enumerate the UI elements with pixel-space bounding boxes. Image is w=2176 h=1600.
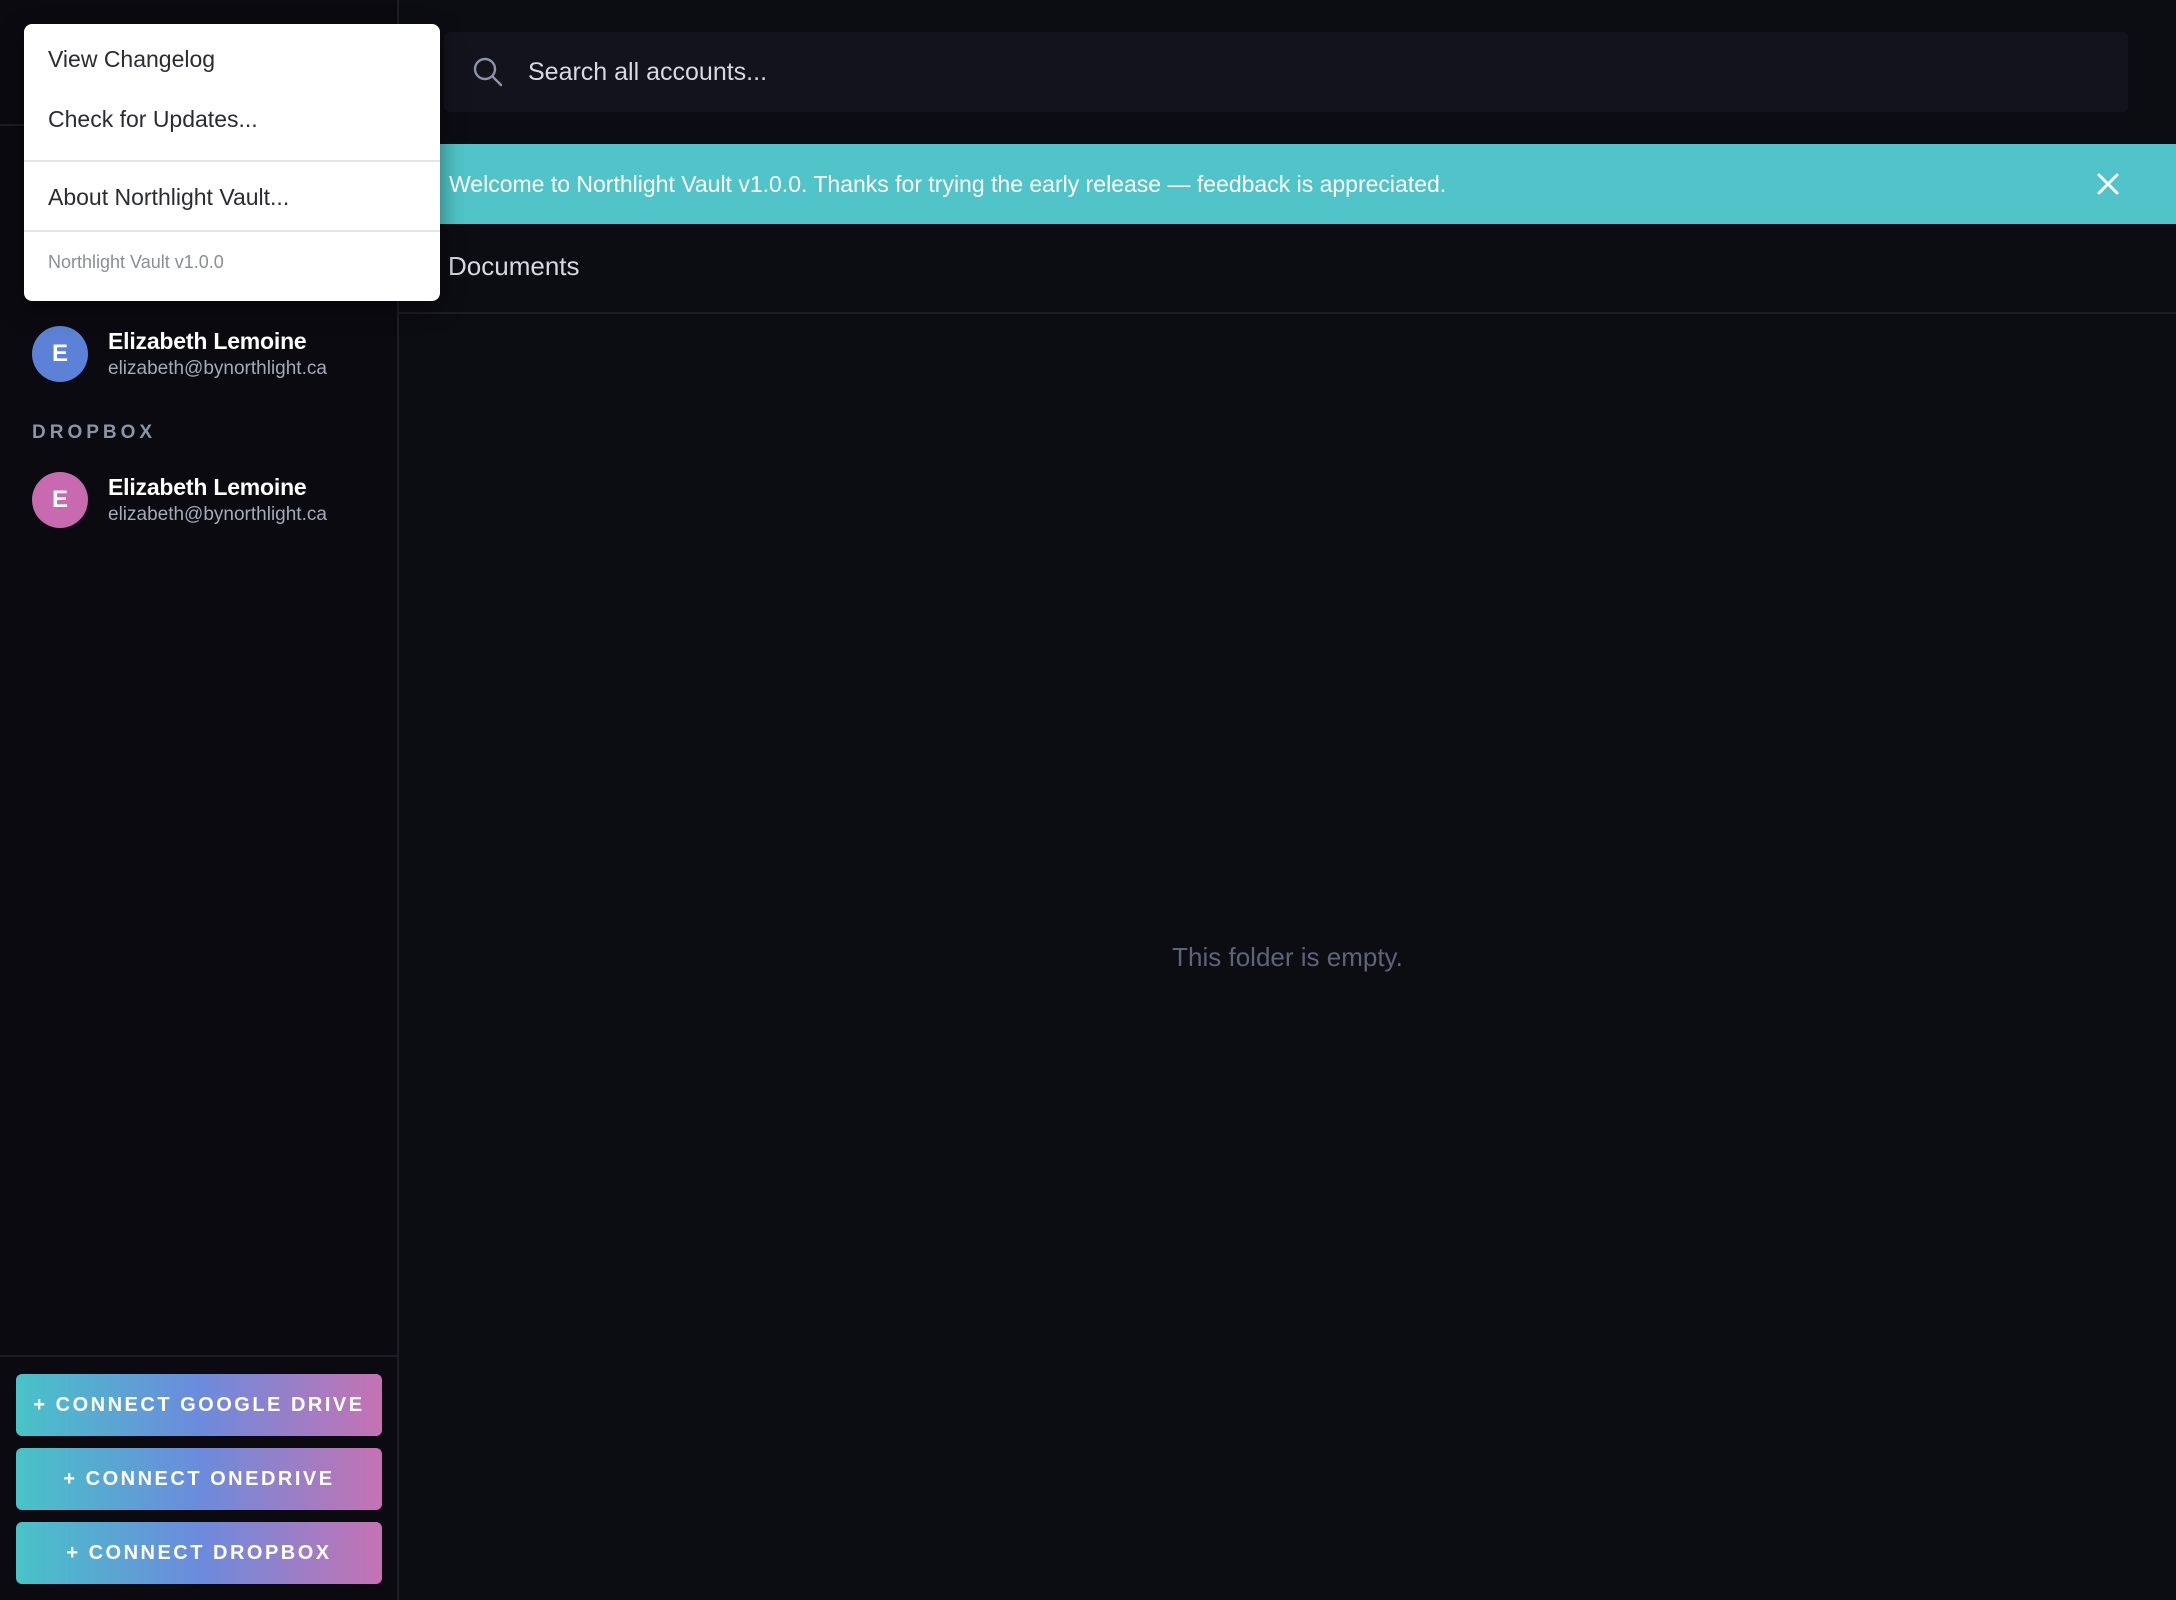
- app-menu-dropdown: View Changelog Check for Updates... Abou…: [24, 24, 440, 301]
- menu-divider: [24, 230, 440, 232]
- banner-message: Welcome to Northlight Vault v1.0.0. Than…: [449, 170, 1447, 197]
- search-icon: [473, 57, 503, 87]
- content-divider: [399, 312, 2176, 314]
- search-input[interactable]: [528, 57, 2028, 87]
- section-label-dropbox: DROPBOX: [32, 422, 157, 443]
- account-item[interactable]: E Elizabeth Lemoine elizabeth@bynorthlig…: [32, 324, 372, 384]
- avatar: E: [32, 326, 88, 382]
- breadcrumb[interactable]: Documents: [448, 251, 580, 282]
- account-email: elizabeth@bynorthlight.ca: [108, 358, 327, 379]
- account-name: Elizabeth Lemoine: [108, 328, 307, 354]
- account-item-dropbox[interactable]: E Elizabeth Lemoine elizabeth@bynorthlig…: [32, 470, 372, 530]
- menu-item-about[interactable]: About Northlight Vault...: [24, 184, 440, 211]
- connect-onedrive-button[interactable]: + CONNECT ONEDRIVE: [16, 1448, 382, 1510]
- account-email: elizabeth@bynorthlight.ca: [108, 504, 327, 525]
- menu-item-check-for-updates[interactable]: Check for Updates...: [24, 106, 440, 133]
- menu-item-view-changelog[interactable]: View Changelog: [24, 46, 440, 73]
- avatar: E: [32, 472, 88, 528]
- sidebar-divider: [0, 1355, 399, 1357]
- search-bar[interactable]: [444, 32, 2128, 112]
- connect-dropbox-button[interactable]: + CONNECT DROPBOX: [16, 1522, 382, 1584]
- welcome-banner: Welcome to Northlight Vault v1.0.0. Than…: [399, 144, 2176, 224]
- menu-divider: [24, 160, 440, 162]
- app-window: E Elizabeth Lemoine elizabeth@bynorthlig…: [0, 0, 2176, 1600]
- connect-google-drive-button[interactable]: + CONNECT GOOGLE DRIVE: [16, 1374, 382, 1436]
- account-details: Elizabeth Lemoine elizabeth@bynorthlight…: [108, 328, 327, 380]
- account-details: Elizabeth Lemoine elizabeth@bynorthlight…: [108, 474, 327, 526]
- account-name: Elizabeth Lemoine: [108, 474, 307, 500]
- menu-version-label: Northlight Vault v1.0.0: [48, 252, 224, 272]
- empty-folder-message: This folder is empty.: [1172, 942, 1403, 972]
- close-icon[interactable]: [2090, 166, 2126, 202]
